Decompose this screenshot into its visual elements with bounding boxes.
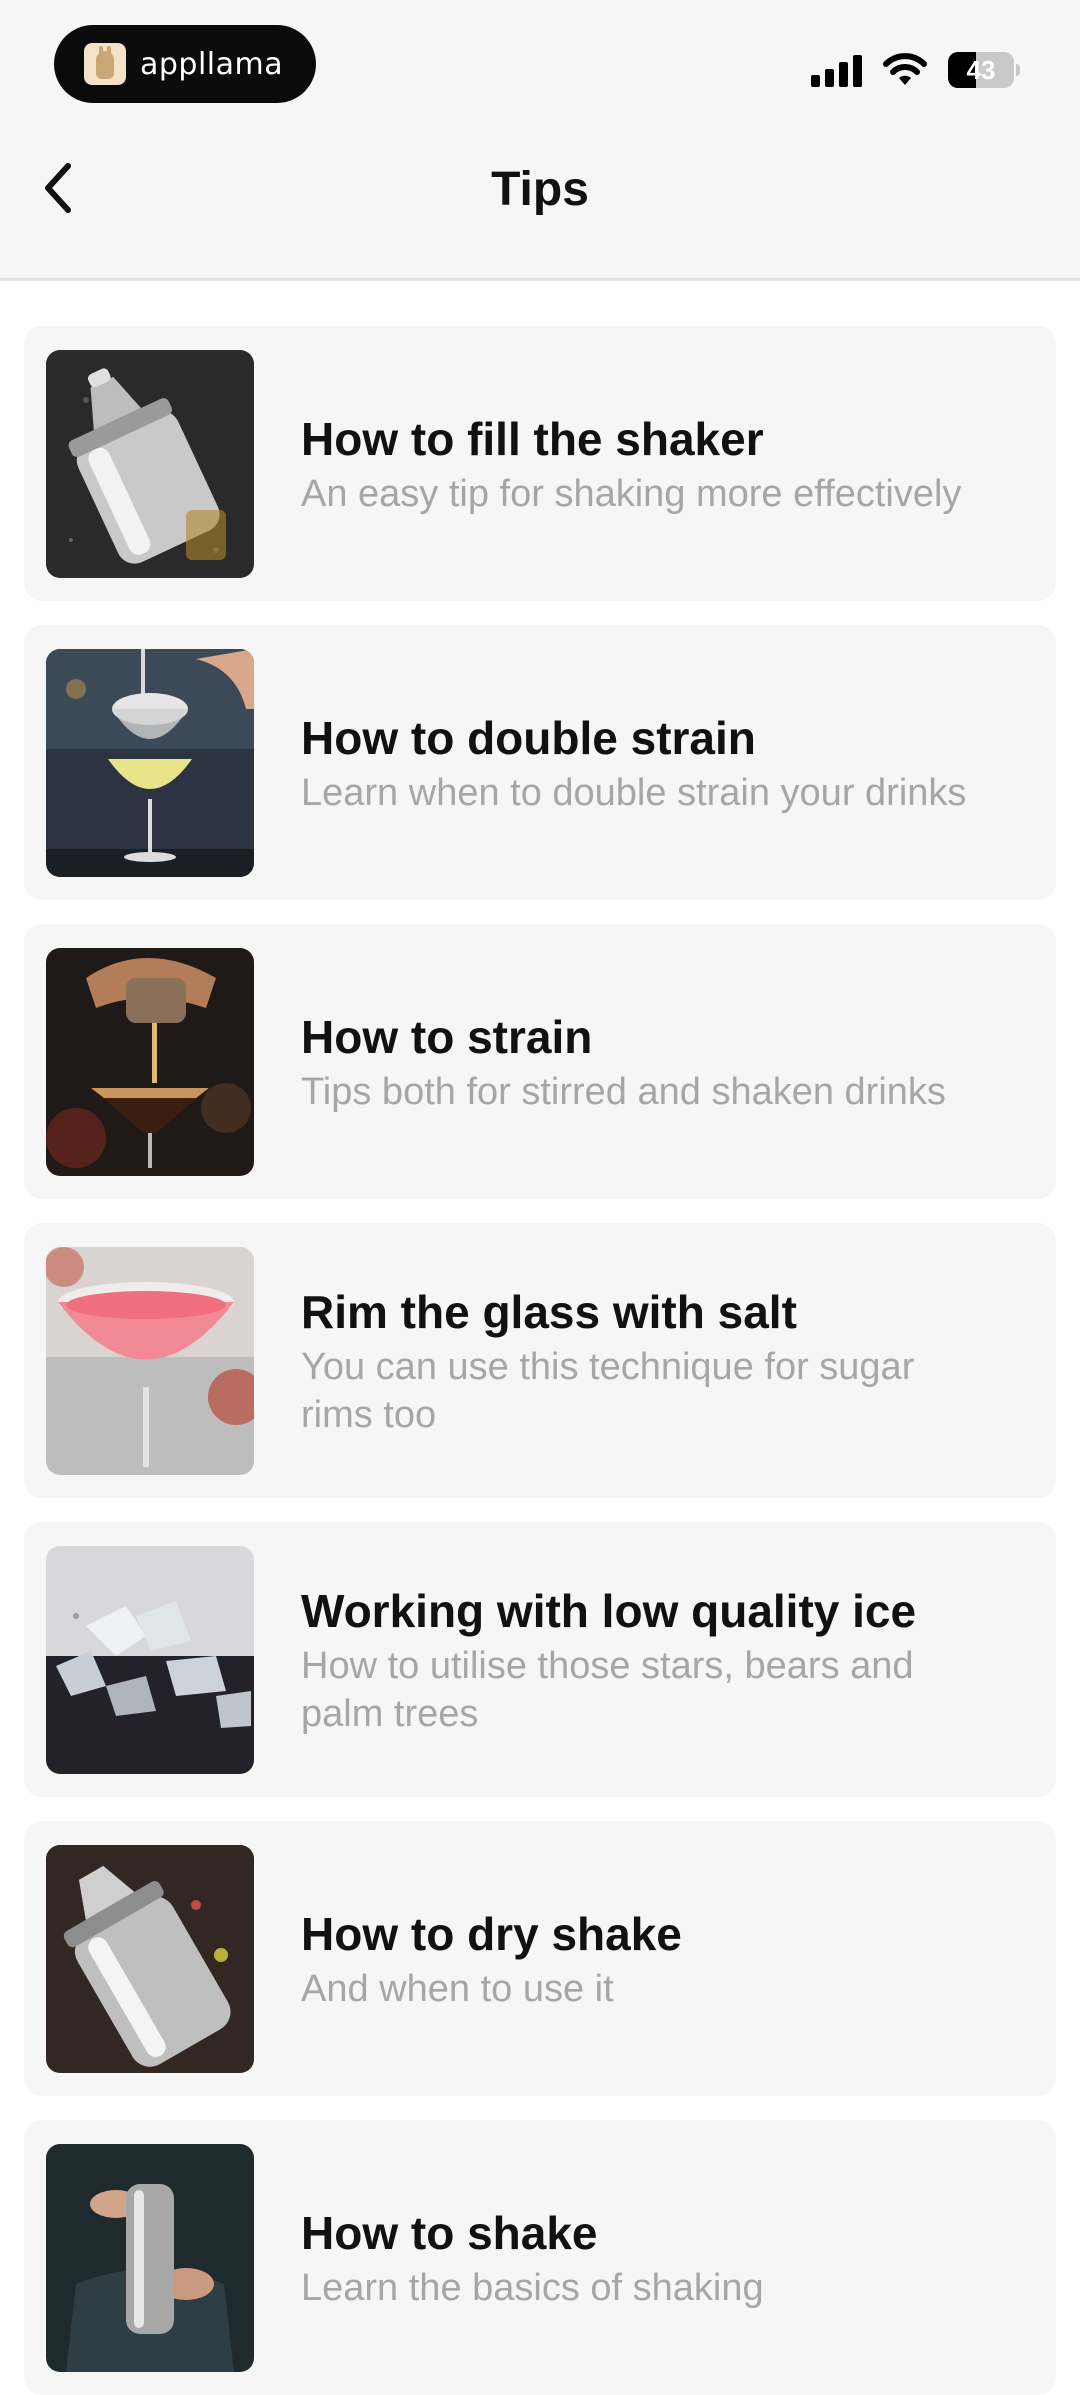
tip-card-double-strain[interactable]: How to double strain Learn when to doubl…: [24, 625, 1056, 900]
tip-thumbnail: [46, 948, 254, 1176]
llama-logo-icon: [84, 43, 126, 85]
tip-title: How to double strain: [301, 711, 756, 764]
status-icons: 43: [811, 50, 1020, 90]
tip-thumbnail: [46, 649, 254, 877]
app-badge[interactable]: appllama: [54, 25, 316, 103]
tip-title: How to shake: [301, 2206, 598, 2259]
cellular-signal-icon: [811, 53, 862, 87]
tip-title: Rim the glass with salt: [301, 1285, 797, 1338]
tip-thumbnail: [46, 350, 254, 578]
tip-subtitle: How to utilise those stars, bears and pa…: [301, 1644, 914, 1735]
tip-thumbnail: [46, 1247, 254, 1475]
page-title: Tips: [491, 163, 589, 216]
tip-subtitle: Learn when to double strain your drinks: [301, 771, 967, 814]
status-bar: appllama 43: [0, 0, 1080, 130]
wifi-icon: [883, 53, 927, 85]
navigation-bar: Tips: [0, 130, 1080, 281]
tip-title: How to fill the shaker: [301, 412, 764, 465]
tip-card-strain[interactable]: How to strain Tips both for stirred and …: [24, 924, 1056, 1199]
tip-subtitle: Learn the basics of shaking: [301, 2266, 764, 2309]
tip-thumbnail: [46, 2144, 254, 2372]
tip-subtitle: And when to use it: [301, 1967, 614, 2010]
tip-subtitle: You can use this technique for sugar rim…: [301, 1345, 915, 1436]
tip-card-fill-shaker[interactable]: How to fill the shaker An easy tip for s…: [24, 326, 1056, 601]
tip-card-low-quality-ice[interactable]: Working with low quality ice How to util…: [24, 1522, 1056, 1797]
tip-title: How to dry shake: [301, 1907, 682, 1960]
tip-title: How to strain: [301, 1010, 593, 1063]
battery-percentage: 43: [966, 55, 996, 85]
tip-subtitle: Tips both for stirred and shaken drinks: [301, 1070, 946, 1113]
battery-icon: 43: [948, 52, 1020, 88]
app-badge-label: appllama: [140, 46, 284, 82]
tip-card-dry-shake[interactable]: How to dry shake And when to use it: [24, 1821, 1056, 2096]
tip-card-rim-glass[interactable]: Rim the glass with salt You can use this…: [24, 1223, 1056, 1498]
tip-card-shake[interactable]: How to shake Learn the basics of shaking: [24, 2120, 1056, 2395]
tip-title: Working with low quality ice: [301, 1584, 917, 1637]
tip-thumbnail: [46, 1845, 254, 2073]
tip-subtitle: An easy tip for shaking more effectively: [301, 472, 962, 515]
tip-thumbnail: [46, 1546, 254, 1774]
